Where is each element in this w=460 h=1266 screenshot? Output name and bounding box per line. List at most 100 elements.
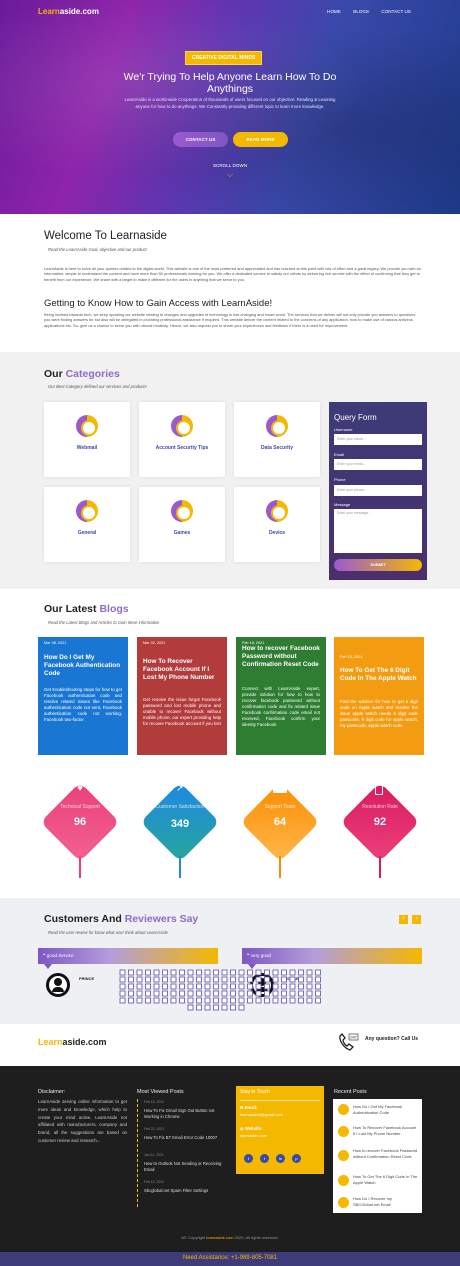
contact-us-button[interactable]: CONTACT US [173, 132, 228, 147]
category-icon [76, 500, 98, 522]
post-icon [338, 1104, 349, 1115]
category-card-webmail[interactable]: Webmail [44, 402, 130, 477]
recent-post-link[interactable]: How to recover Facebook Password without… [353, 1148, 419, 1159]
most-viewed-link[interactable]: How to Outlook Not Sending or Receiving … [144, 1161, 224, 1173]
footer: Disclaimer: LearnAside serving online in… [0, 1066, 460, 1266]
blog-card[interactable]: Feb 13, 2021 How To Get The 6 Digit Code… [334, 637, 424, 755]
category-card-general[interactable]: General [44, 487, 130, 562]
category-card-device[interactable]: Device [234, 487, 320, 562]
scroll-down-label[interactable]: SCROLL DOWN [180, 163, 280, 168]
blog-title[interactable]: How Do I Get My Facebook Authentication … [44, 654, 122, 678]
call-us-text[interactable]: Any question? Call Us [365, 1036, 418, 1042]
linkedin-icon[interactable]: in [276, 1154, 285, 1163]
review-card: ❝ very good [242, 948, 422, 964]
message-label: Message [334, 502, 351, 507]
blogs-title: Our Latest Blogs [44, 603, 129, 615]
assistance-phone[interactable]: Need Assistance: +1-989-805-7081 [0, 1255, 460, 1261]
footer-logo[interactable]: Learnaside.com [38, 1037, 107, 1047]
stay-in-touch-box: Stay in Touch ✉ Email: learnaside8@gmail… [236, 1086, 324, 1174]
next-arrow-icon[interactable]: › [412, 915, 421, 924]
blog-title[interactable]: How To Get The 6 Digit Code In The Apple… [340, 667, 418, 683]
facebook-icon[interactable]: f [244, 1154, 253, 1163]
post-date: Jan 21, 2021 [144, 1153, 164, 1157]
blog-title[interactable]: How To Recover Facebook Account If I Los… [143, 658, 221, 682]
recent-posts-heading: Recent Posts [334, 1089, 367, 1095]
blog-card[interactable]: Feb 18, 2021 How to recover Facebook Pas… [236, 637, 326, 755]
most-viewed-heading: Most Viewed Posts [137, 1089, 184, 1095]
recent-post-link[interactable]: How To Recover Facebook Account If I Los… [353, 1125, 419, 1136]
post-date: Feb 12, 2021 [144, 1180, 164, 1184]
category-card-games[interactable]: Games [139, 487, 225, 562]
nav-home[interactable]: HOME [327, 9, 341, 14]
stat-value: 96 [73, 816, 87, 828]
category-icon [171, 415, 193, 437]
blog-date: Mar 08, 2021 [44, 641, 67, 645]
blog-title[interactable]: How to recover Facebook Password without… [242, 645, 320, 669]
stat-label: Technical Support [60, 804, 100, 810]
category-card-account-security[interactable]: Account Security Tips [139, 402, 225, 477]
blog-date: Feb 13, 2021 [340, 655, 363, 659]
post-icon [338, 1150, 349, 1161]
phone-icon: 24/7 [337, 1032, 359, 1052]
recent-post-link[interactable]: How Do I Recover my SBCGlobal.net Email [353, 1196, 419, 1207]
read-more-button[interactable]: READ MORE [233, 132, 288, 147]
categories-subtitle: Our Best Category defined our services a… [48, 384, 147, 389]
blog-excerpt: Get resolve the issue forgot Facebook pa… [143, 697, 221, 726]
hero-text: LearnAside is a world-wide Cooperation o… [124, 97, 336, 109]
disclaimer-heading: Disclaimer: [38, 1089, 66, 1095]
username-input[interactable]: Enter your name... [334, 434, 422, 445]
blog-excerpt: Connect with LearnAside expert, provide … [242, 686, 320, 727]
post-icon [338, 1126, 349, 1137]
blog-card[interactable]: Mar 02, 2021 How To Recover Facebook Acc… [137, 637, 227, 755]
access-heading: Getting to Know How to Gain Access with … [44, 298, 273, 309]
stay-in-touch-heading: Stay in Touch [240, 1089, 270, 1095]
category-card-data-security[interactable]: Data Security [234, 402, 320, 477]
pinterest-icon[interactable]: p [292, 1154, 301, 1163]
stat-label: Support Team [264, 804, 296, 810]
recent-post-link[interactable]: How Do I Get My Facebook Authentication … [353, 1104, 419, 1115]
avatar [46, 973, 70, 997]
post-icon [338, 1197, 349, 1208]
email-label: Email [334, 452, 345, 457]
blog-card[interactable]: Mar 08, 2021 How Do I Get My Facebook Au… [38, 637, 128, 755]
query-form-title: Query Form [334, 413, 377, 422]
phone-label: Phone [334, 477, 346, 482]
assistance-bar: Need Assistance: +1-989-805-7081 [0, 1252, 460, 1266]
copyright: A© Copyright learnaside.com 2020, All ri… [181, 1235, 279, 1240]
reviews-title: Customers And Reviewers Say [44, 913, 199, 925]
message-textarea[interactable]: Enter your message... [334, 509, 422, 553]
prev-arrow-icon[interactable]: ‹ [399, 915, 408, 924]
website-link[interactable]: learnaside.com [240, 1133, 267, 1138]
phone-input[interactable]: Enter your phone... [334, 485, 422, 496]
briefcase-icon [273, 784, 287, 793]
nav-contact[interactable]: CONTACT US [381, 9, 410, 14]
access-paragraph: Being inclined towards tech, we keep upd… [44, 312, 416, 328]
category-icon [171, 500, 193, 522]
nav-blogs[interactable]: BLOGS [353, 9, 369, 14]
dot-pattern [119, 969, 321, 1011]
recent-post-link[interactable]: How To Get The 6 Digit Code In The Apple… [353, 1174, 419, 1185]
submit-button[interactable]: SUBMIT [334, 559, 422, 571]
stat-label: Customer Satisfaction [155, 804, 205, 810]
rocket-icon: ➚ [176, 783, 184, 793]
category-icon [76, 415, 98, 437]
website-label: ◎ Website: [240, 1126, 263, 1131]
reviews-section: Customers And Reviewers Say Read the use… [0, 898, 460, 1024]
stat-value: 349 [170, 818, 190, 830]
blogs-subtitle: Read the Latest Blogs and Articles to Ga… [48, 620, 160, 625]
email-input[interactable]: Enter your email... [334, 459, 422, 470]
stat-value: 64 [273, 816, 287, 828]
stats-section: ♥ Technical Support 96 ➚ Customer Satisf… [0, 780, 460, 880]
hero-section: Learnaside.com HOME BLOGS CONTACT US CRE… [0, 0, 460, 214]
category-icon [266, 415, 288, 437]
chevron-down-icon[interactable]: ⌵ [222, 171, 238, 179]
stat-label: Resolution Rate [362, 804, 398, 810]
most-viewed-link[interactable]: How To Fix BT Email Error Code 10007 [144, 1135, 224, 1141]
most-viewed-link[interactable]: How To Fix Gmail Sign Out Button not Wor… [144, 1108, 224, 1120]
review-text: ❝ very good [247, 953, 271, 958]
most-viewed-link[interactable]: Sbcglobal.net Spam Filter Settings [144, 1188, 224, 1194]
site-logo[interactable]: Learnaside.com [38, 7, 99, 16]
twitter-icon[interactable]: t [260, 1154, 269, 1163]
email-link[interactable]: learnaside8@gmail.com [240, 1112, 283, 1117]
reviews-subtitle: Read the user review for know what user … [48, 930, 168, 935]
